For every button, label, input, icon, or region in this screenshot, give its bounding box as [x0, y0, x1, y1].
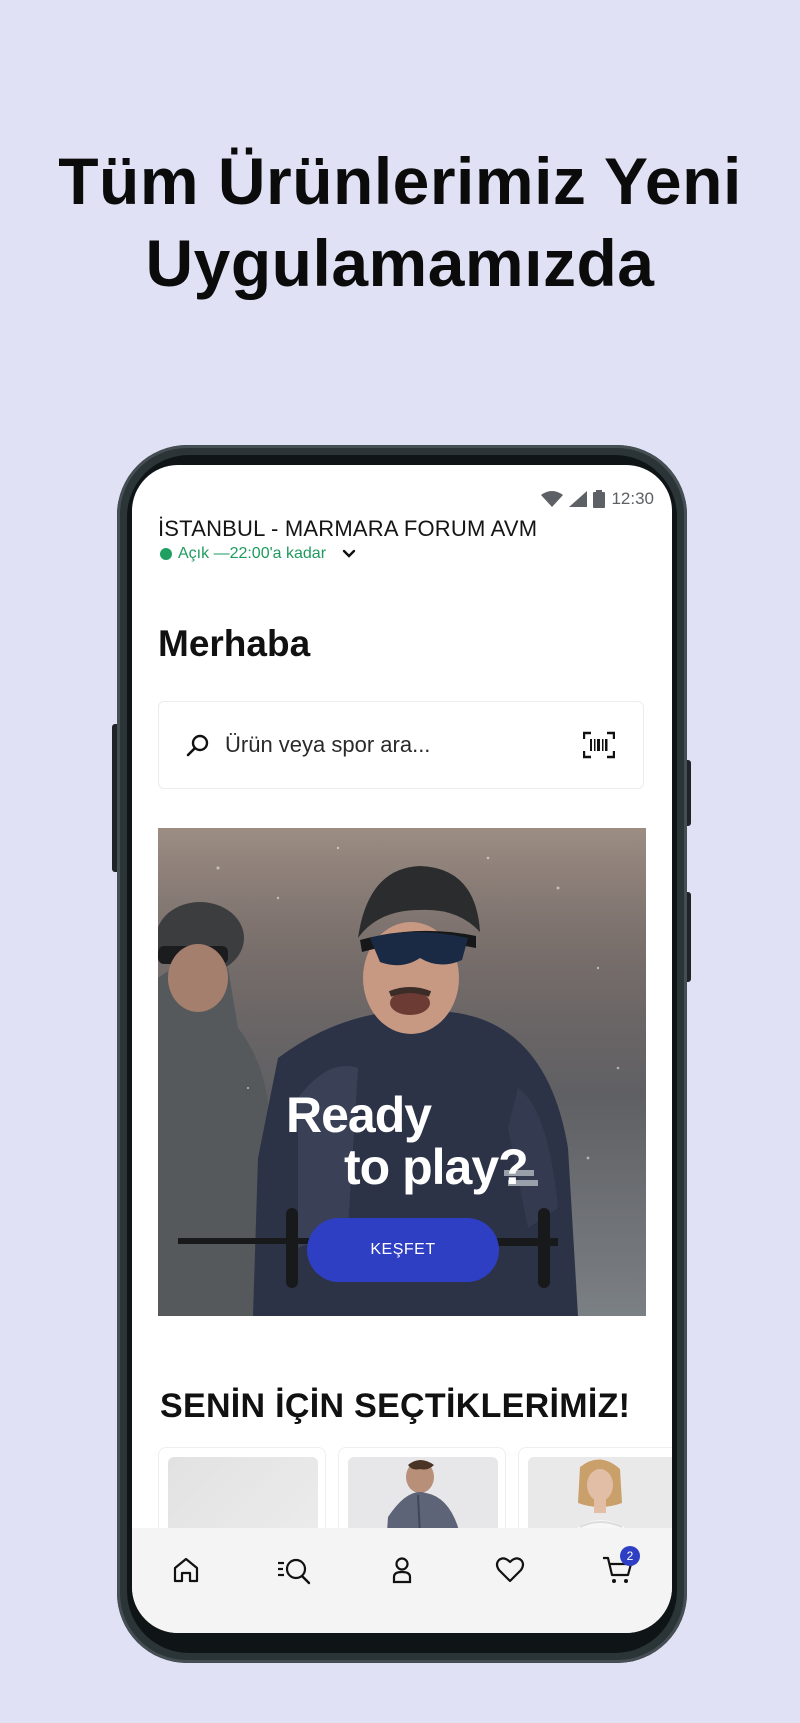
search-icon [186, 734, 209, 757]
promo-headline-line2: Uygulamamızda [145, 226, 655, 300]
cart-count-badge: 2 [620, 1546, 640, 1566]
search-list-icon [278, 1558, 311, 1585]
store-status[interactable]: Açık —22:00'a kadar [160, 545, 356, 563]
barcode-scan-icon[interactable] [583, 731, 615, 759]
user-icon [392, 1557, 412, 1584]
signal-icon [569, 491, 588, 507]
search-bar[interactable]: Ürün veya spor ara... [158, 701, 644, 789]
hero-banner[interactable]: Ready to play? KEŞFET [158, 828, 646, 1316]
battery-icon [593, 490, 606, 508]
banner-headline-line2: to play? [344, 1139, 529, 1195]
store-name[interactable]: İSTANBUL - MARMARA FORUM AVM [158, 516, 537, 542]
open-status-dot [160, 548, 172, 560]
nav-favorites[interactable] [480, 1550, 540, 1590]
greeting-title: Merhaba [158, 623, 311, 664]
nav-cart[interactable]: 2 [588, 1546, 648, 1590]
banner-headline-line1: Ready [286, 1087, 432, 1143]
heart-icon [495, 1557, 525, 1583]
recommendations-title: SENİN İÇİN SEÇTİKLERİMİZ! [160, 1387, 631, 1425]
discover-button[interactable]: KEŞFET [307, 1218, 499, 1282]
bottom-navigation: 2 [132, 1528, 672, 1633]
promo-headline: Tüm Ürünlerimiz Yeni Uygulamamızda [0, 140, 800, 304]
status-time: 12:30 [611, 489, 654, 508]
status-bar: 12:30 [541, 487, 654, 511]
chevron-down-icon[interactable] [342, 549, 356, 559]
nav-account[interactable] [372, 1550, 432, 1590]
search-input[interactable]: Ürün veya spor ara... [225, 732, 583, 758]
home-icon [173, 1557, 199, 1583]
wifi-icon [541, 491, 564, 507]
app-screen: 12:30 İSTANBUL - MARMARA FORUM AVM Açık … [132, 465, 672, 1633]
store-hours-label: Açık —22:00'a kadar [178, 545, 327, 562]
nav-search[interactable] [264, 1550, 324, 1590]
promo-headline-line1: Tüm Ürünlerimiz Yeni [58, 144, 742, 218]
nav-home[interactable] [156, 1550, 216, 1590]
